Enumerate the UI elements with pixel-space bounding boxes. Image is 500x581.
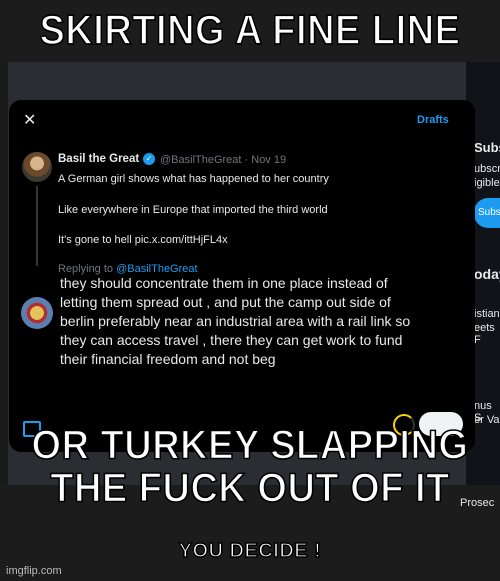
sidebar-subscribe-heading: Subs [474, 140, 500, 155]
sidebar-subscribe-desc-1: ubscri [474, 163, 500, 175]
reply-line-4: they can access travel , there they can … [60, 332, 403, 348]
tweet-line-1: A German girl shows what has happened to… [58, 173, 329, 185]
close-icon[interactable]: ✕ [23, 110, 36, 130]
reply-line-1: they should concentrate them in one plac… [60, 275, 388, 291]
reply-line-2: letting them spread out , and put the ca… [60, 294, 391, 310]
meme-middle-caption: OR TURKEY SLAPPING THE FUCK OUT OF IT [0, 422, 500, 512]
sidebar-today-heading: oday [474, 266, 500, 282]
meme-middle-caption-line-1: OR TURKEY SLAPPING [31, 422, 469, 469]
author-handle-date: @BasilTheGreat · Nov 19 [160, 154, 287, 166]
sidebar-item-1-title[interactable]: istian [474, 308, 500, 320]
sidebar-subscribe-desc-2: igible [474, 177, 500, 189]
verified-badge-icon: ✓ [143, 153, 155, 165]
subscribe-button[interactable]: Subs [474, 198, 500, 228]
meme-bottom-caption: YOU DECIDE ! [178, 539, 322, 563]
tweet-line-3: It's gone to hell pic.x.com/ittHjFL4x [58, 234, 228, 246]
sidebar-item-1-sub: eets F [474, 322, 495, 346]
meme-top-caption: SKIRTING A FINE LINE [39, 7, 461, 55]
reply-line-5: their financial freedom and not beg [60, 351, 276, 367]
author-name[interactable]: Basil the Great [58, 153, 139, 165]
reply-modal: ✕ Drafts Basil the Great ✓ @BasilTheGrea… [9, 100, 475, 452]
tweet-line-2: Like everywhere in Europe that imported … [58, 204, 328, 216]
user-avatar [21, 297, 53, 329]
imgflip-watermark: imgflip.com [6, 565, 62, 577]
reply-line-3: berlin preferably near an industrial are… [60, 313, 411, 329]
meme-middle-caption-line-2: THE FUCK OUT OF IT [49, 465, 450, 512]
drafts-button[interactable]: Drafts [417, 114, 449, 126]
author-avatar[interactable] [22, 152, 52, 182]
thread-connector [36, 186, 38, 266]
reply-textarea[interactable]: they should concentrate them in one plac… [60, 274, 475, 369]
